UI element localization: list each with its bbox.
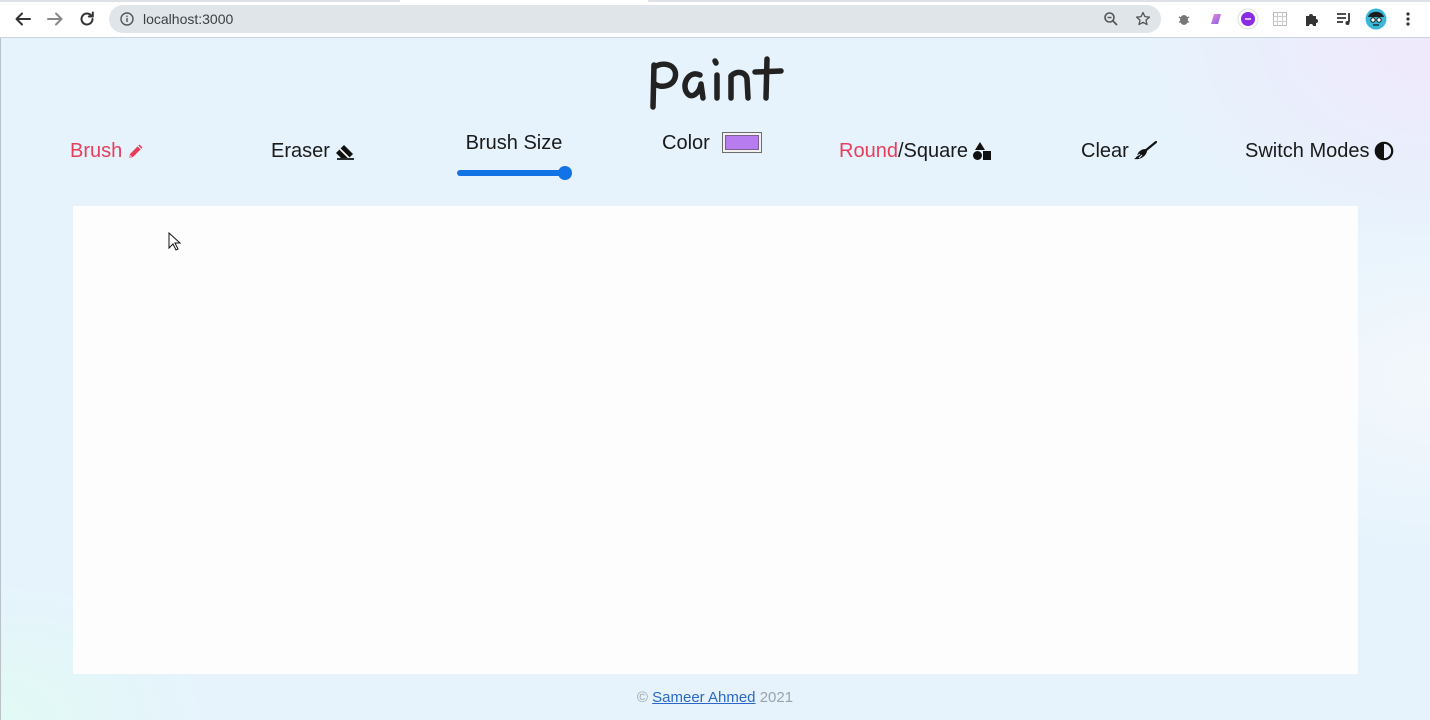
back-arrow-icon — [15, 12, 31, 26]
gradient-extension-icon[interactable] — [1205, 8, 1227, 30]
contrast-icon — [1374, 141, 1394, 161]
copyright-year: 2021 — [759, 689, 794, 706]
profile-avatar[interactable] — [1365, 8, 1387, 30]
brush-size-slider-track[interactable] — [457, 170, 567, 176]
bug-extension-icon[interactable] — [1173, 8, 1195, 30]
brush-size-slider-thumb[interactable] — [558, 166, 572, 180]
url-text[interactable]: localhost:3000 — [143, 11, 233, 27]
pencil-icon — [126, 141, 146, 161]
clear-button-label: Clear — [1081, 139, 1129, 162]
brush-size-label: Brush Size — [465, 132, 563, 154]
color-label: Color — [662, 132, 710, 154]
grid-extension-icon[interactable] — [1269, 8, 1291, 30]
back-button[interactable] — [12, 8, 34, 30]
footer: © Sameer Ahmed 2021 — [0, 689, 1430, 706]
address-bar[interactable]: localhost:3000 — [109, 5, 1161, 33]
author-link[interactable]: Sameer Ahmed — [652, 689, 755, 706]
square-option-label: Square — [903, 139, 969, 162]
color-picker[interactable] — [722, 132, 762, 153]
eraser-tool[interactable]: Eraser — [271, 138, 356, 164]
browser-toolbar: localhost:3000 — [0, 0, 1430, 38]
color-picker-swatch — [725, 135, 759, 150]
drawing-canvas[interactable] — [73, 206, 1358, 674]
switch-modes-label: Switch Modes — [1245, 139, 1370, 162]
reload-button[interactable] — [76, 8, 98, 30]
brush-size-control: Brush Size — [456, 132, 572, 182]
mouse-cursor-icon — [168, 232, 182, 251]
clear-button[interactable]: Clear — [1081, 138, 1157, 164]
reading-list-icon[interactable] — [1333, 8, 1355, 30]
round-option-label: Round — [839, 139, 898, 162]
color-picker-extension-icon[interactable] — [1237, 8, 1259, 30]
bookmark-star-icon[interactable] — [1133, 9, 1153, 29]
paint-app: Brush Eraser Brush Size Color Round / Sq… — [0, 38, 1430, 720]
broom-icon — [1133, 141, 1157, 161]
extensions-puzzle-icon[interactable] — [1301, 8, 1323, 30]
zoom-icon[interactable] — [1101, 9, 1121, 29]
browser-menu-icon[interactable] — [1397, 8, 1419, 30]
shapes-icon — [972, 141, 992, 161]
site-info-icon[interactable] — [117, 9, 137, 29]
brush-tool-label: Brush — [70, 139, 123, 162]
forward-button[interactable] — [44, 8, 66, 30]
tab-strip-edge — [0, 0, 1430, 2]
brush-shape-toggle[interactable]: Round / Square — [839, 138, 992, 164]
paint-logo — [650, 56, 784, 110]
copyright-symbol: © — [636, 689, 648, 706]
eraser-icon — [334, 141, 356, 161]
reload-icon — [80, 11, 94, 26]
eraser-tool-label: Eraser — [271, 139, 330, 162]
window-edge — [0, 38, 1, 720]
switch-modes-button[interactable]: Switch Modes — [1245, 138, 1394, 164]
brush-tool[interactable]: Brush — [70, 138, 146, 164]
forward-arrow-icon — [47, 12, 63, 26]
